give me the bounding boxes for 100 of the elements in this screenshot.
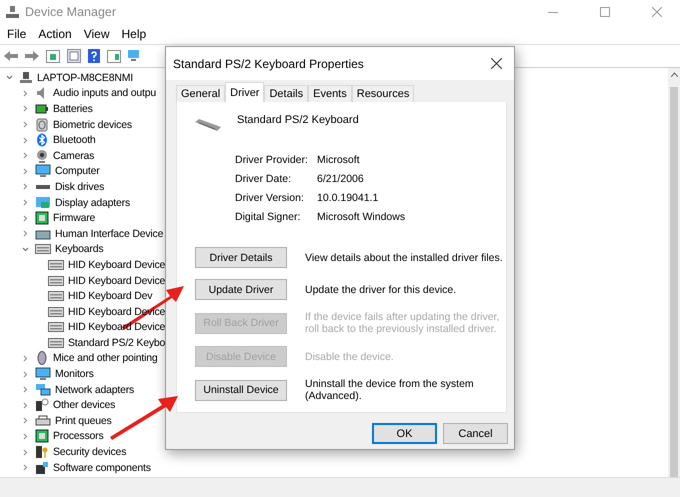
tree-item[interactable]: Processors	[53, 430, 104, 442]
expand-chevron-icon[interactable]	[22, 168, 29, 175]
console-tree-icon[interactable]	[46, 50, 60, 62]
back-arrow-icon[interactable]	[4, 50, 18, 62]
tree-item[interactable]: Batteries	[53, 102, 93, 115]
expand-chevron-icon[interactable]	[22, 199, 29, 206]
fingerprint-icon	[35, 118, 49, 132]
computer-icon	[19, 70, 33, 85]
info-value: Microsoft Windows	[317, 211, 406, 223]
tree-item[interactable]: Computer	[55, 165, 100, 178]
expand-chevron-icon[interactable]	[22, 464, 29, 472]
menu-item[interactable]: Action	[33, 25, 77, 43]
tab[interactable]: Details	[264, 85, 308, 102]
tree-item[interactable]: Print queues	[55, 414, 112, 427]
expand-chevron-icon[interactable]	[22, 386, 29, 394]
tree-item[interactable]: Security devices	[53, 446, 126, 458]
maximize-icon[interactable]	[600, 7, 610, 17]
collapse-chevron-icon[interactable]	[6, 74, 13, 82]
tab[interactable]: General	[176, 85, 226, 102]
close-icon[interactable]	[491, 58, 502, 69]
mouse-icon	[35, 351, 49, 366]
action-description: Update the driver for this device.	[305, 284, 458, 296]
keyboard-icon	[48, 276, 64, 286]
tree-item[interactable]: Monitors	[55, 368, 94, 380]
expand-chevron-icon[interactable]	[22, 417, 29, 424]
tab[interactable]: Resources	[352, 85, 414, 102]
tree-item[interactable]: Standard PS/2 Keybo	[68, 336, 166, 349]
help-icon[interactable]	[88, 49, 100, 63]
software-icon	[35, 460, 49, 475]
menu-item[interactable]: Help	[116, 25, 152, 43]
menu-item[interactable]: File	[2, 25, 32, 43]
cancel-button[interactable]: Cancel	[443, 423, 508, 444]
keyboard-icon	[48, 306, 64, 317]
tree-item[interactable]: Firmware	[53, 212, 96, 224]
scrollbar[interactable]	[668, 68, 680, 477]
expand-chevron-icon[interactable]	[22, 214, 29, 222]
tree-item[interactable]: Biometric devices	[53, 118, 132, 131]
tree-item[interactable]: Keyboards	[55, 243, 104, 256]
tree-item[interactable]: HID Keyboard Device	[68, 274, 166, 287]
expand-chevron-icon[interactable]	[22, 448, 29, 456]
tree-item[interactable]: Disk drives	[55, 180, 104, 193]
expand-chevron-icon[interactable]	[22, 105, 29, 112]
tree-item[interactable]: Display adapters	[55, 196, 130, 209]
webcam-icon	[35, 148, 49, 163]
collapse-chevron-icon[interactable]	[22, 246, 29, 253]
properties-icon[interactable]	[67, 49, 81, 63]
expand-chevron-icon[interactable]	[22, 152, 29, 160]
info-value: Microsoft	[317, 154, 361, 166]
expand-chevron-icon[interactable]	[22, 121, 29, 128]
tab[interactable]: Driver	[225, 82, 264, 102]
expand-chevron-icon[interactable]	[22, 402, 29, 409]
key-icon	[35, 445, 49, 460]
tree-item[interactable]: Bluetooth	[53, 134, 96, 146]
info-label: Digital Signer:	[235, 211, 302, 223]
device-manager-icon	[6, 6, 19, 18]
window-title: Device Manager	[25, 5, 118, 19]
action-description: If the device fails after updating the driver, roll back to the previously installed driver.	[305, 311, 500, 335]
info-label: Driver Date:	[235, 173, 292, 185]
info-label: Driver Version:	[235, 192, 305, 204]
tree-item[interactable]: Network adapters	[55, 384, 134, 396]
scroll-up-icon[interactable]	[670, 72, 678, 77]
info-value: 6/21/2006	[317, 173, 365, 185]
forward-arrow-icon[interactable]	[25, 50, 39, 62]
tree-item[interactable]: Other devices	[53, 399, 116, 412]
device-name: Standard PS/2 Keyboard	[237, 114, 359, 128]
tab[interactable]: Events	[308, 85, 352, 102]
tree-item[interactable]: Software components	[53, 462, 151, 474]
network-icon	[35, 382, 51, 397]
action-description: Disable the device.	[305, 350, 395, 362]
printer-icon	[35, 414, 51, 428]
expand-chevron-icon[interactable]	[22, 136, 29, 144]
tree-item[interactable]: Cameras	[53, 150, 94, 162]
action-pane-icon[interactable]	[107, 50, 121, 62]
expand-chevron-icon[interactable]	[22, 354, 29, 362]
dialog-title: Standard PS/2 Keyboard Properties	[173, 56, 364, 70]
keyboard-icon	[195, 118, 221, 132]
tree-item[interactable]: Human Interface Device	[55, 228, 164, 240]
tree-item[interactable]: HID Keyboard Dev	[68, 290, 152, 302]
info-label: Driver Provider:	[235, 154, 309, 166]
expand-chevron-icon[interactable]	[22, 370, 29, 378]
tree-item[interactable]: LAPTOP-M8CE8NMI	[37, 72, 133, 84]
ok-button[interactable]: OK	[372, 423, 437, 444]
keyboard-icon	[48, 291, 64, 302]
tree-item[interactable]: Audio inputs and outpu	[53, 87, 156, 100]
monitor-icon	[35, 367, 51, 382]
driver-action-button[interactable]: Update Driver	[195, 279, 287, 300]
driver-action-button[interactable]: Uninstall Device	[195, 380, 287, 400]
expand-chevron-icon[interactable]	[22, 432, 29, 440]
battery-icon	[35, 102, 49, 116]
chip-icon	[35, 211, 49, 226]
action-description: Uninstall the device from the system (Advanced).	[305, 378, 475, 402]
expand-chevron-icon[interactable]	[22, 230, 29, 238]
expand-chevron-icon[interactable]	[22, 183, 29, 190]
chip-icon	[35, 429, 49, 444]
expand-chevron-icon[interactable]	[22, 90, 29, 97]
driver-action-button[interactable]: Driver Details	[195, 247, 287, 268]
action-description: View details about the installed driver files.	[305, 252, 504, 264]
menu-item[interactable]: View	[78, 25, 114, 43]
tree-item[interactable]: HID Keyboard Device	[68, 258, 166, 271]
tree-item[interactable]: Mice and other pointing	[53, 352, 158, 364]
